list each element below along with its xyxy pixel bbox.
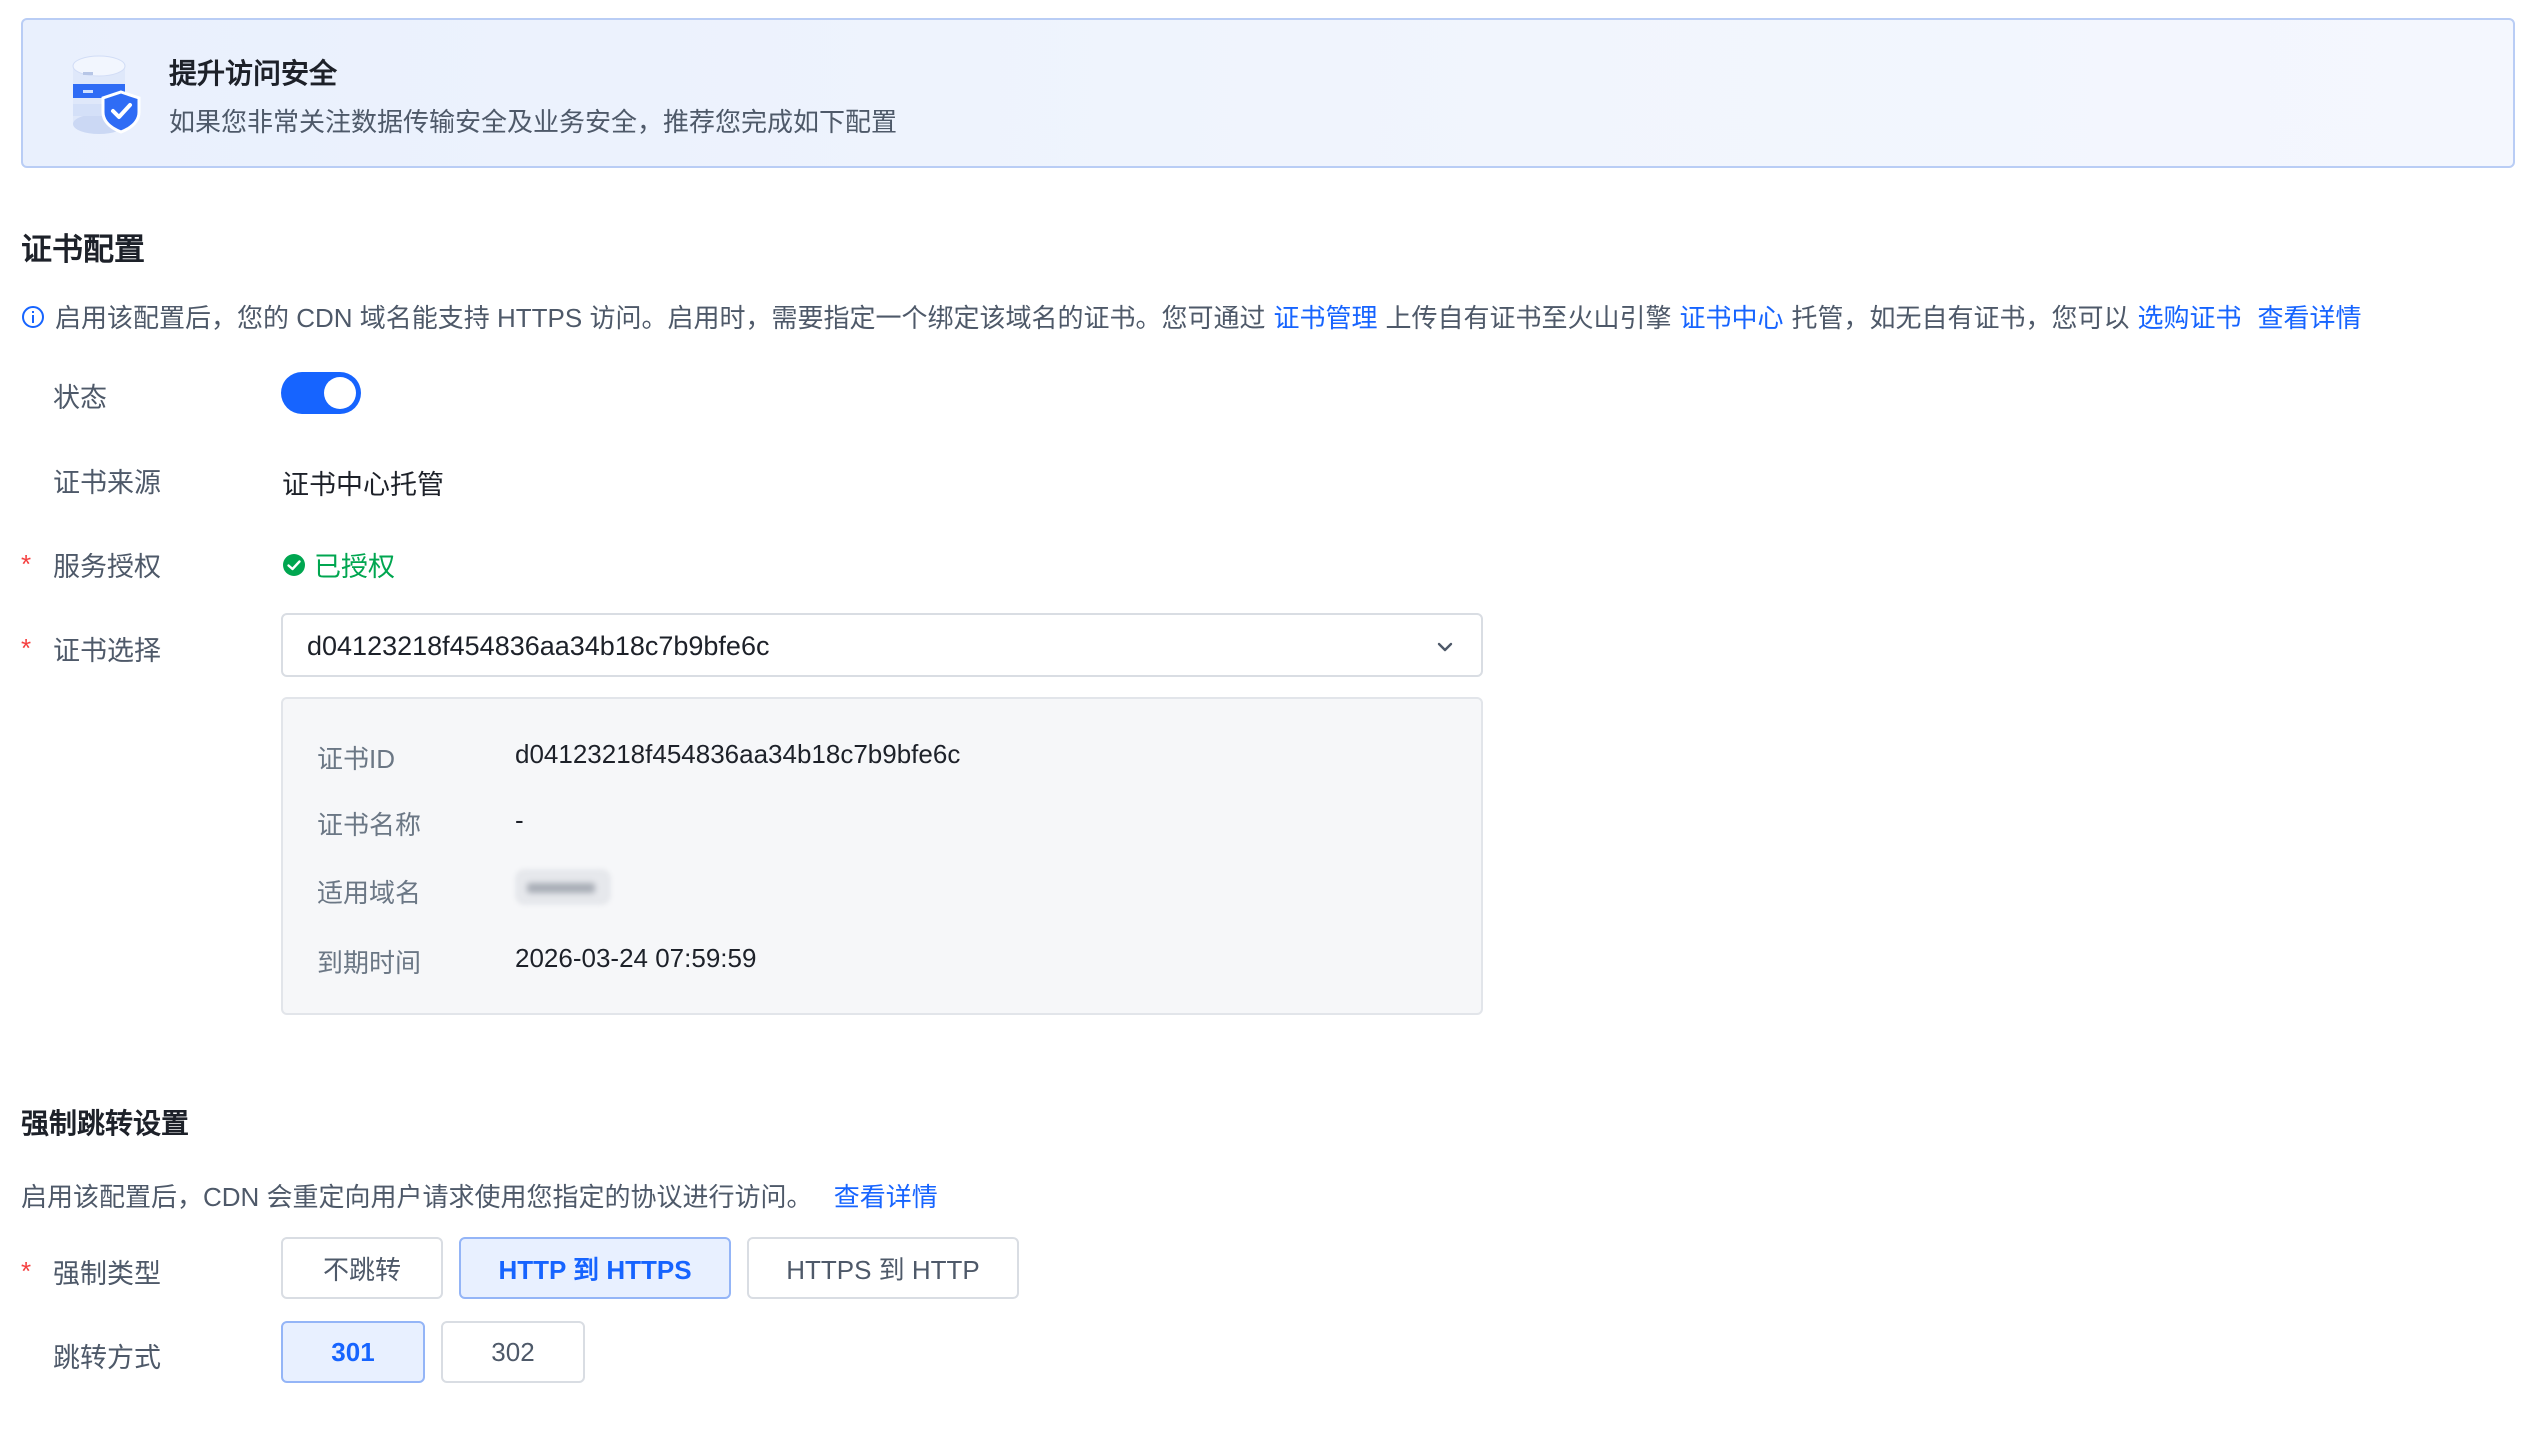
source-label: 证书来源 <box>53 468 161 498</box>
shield-database-icon <box>72 55 141 134</box>
redirect-section-title: 强制跳转设置 <box>21 1108 190 1139</box>
redirect-method-label: 跳转方式 <box>53 1343 161 1373</box>
cert-select-label: 证书选择 <box>53 636 161 666</box>
redirect-description: 启用该配置后，CDN 会重定向用户请求使用您指定的协议进行访问。 <box>21 1182 813 1212</box>
cert-select-label-row: * 证书选择 <box>21 629 161 668</box>
redirect-method-302-button[interactable]: 302 <box>441 1321 585 1383</box>
cert-id-label: 证书ID <box>317 744 396 774</box>
cert-domain-label: 适用域名 <box>317 878 422 908</box>
redirect-type-none-button[interactable]: 不跳转 <box>281 1237 443 1299</box>
redirect-type-http-to-https-button[interactable]: HTTP 到 HTTPS <box>459 1237 731 1299</box>
required-mark: * <box>21 549 32 579</box>
status-label-row: 状态 <box>21 376 107 415</box>
cert-select-value: d04123218f454836aa34b18c7b9bfe6c <box>307 631 770 661</box>
page: 提升访问安全 如果您非常关注数据传输安全及业务安全，推荐您完成如下配置 证书配置… <box>0 0 2530 1437</box>
redirect-type-https-to-http-button[interactable]: HTTPS 到 HTTP <box>747 1237 1019 1299</box>
source-value: 证书中心托管 <box>282 470 444 500</box>
cert-section-title: 证书配置 <box>21 232 145 267</box>
cert-center-link[interactable]: 证书中心 <box>1679 298 1783 335</box>
redirect-details-link[interactable]: 查看详情 <box>834 1182 938 1212</box>
auth-label: 服务授权 <box>53 552 161 582</box>
cert-expire-label: 到期时间 <box>317 948 422 978</box>
status-toggle[interactable] <box>281 372 361 414</box>
cert-info-text-2: 上传自有证书至火山引擎 <box>1385 303 1672 333</box>
cert-details-panel: 证书ID d04123218f454836aa34b18c7b9bfe6c 证书… <box>281 697 1483 1015</box>
redirect-method-label-row: 跳转方式 <box>21 1336 161 1375</box>
cert-info-text-3: 托管，如无自有证书，您可以 <box>1791 303 2130 333</box>
chevron-down-icon <box>1437 642 1453 652</box>
cert-details-link[interactable]: 查看详情 <box>2258 298 2362 335</box>
redirect-description-line: 启用该配置后，CDN 会重定向用户请求使用您指定的协议进行访问。 查看详情 <box>21 1177 946 1214</box>
toggle-knob <box>324 377 356 409</box>
banner-description: 如果您非常关注数据传输安全及业务安全，推荐您完成如下配置 <box>169 107 898 137</box>
blurred-domain-value <box>515 869 611 905</box>
required-mark: * <box>21 633 32 663</box>
buy-cert-link[interactable]: 选购证书 <box>2138 298 2242 335</box>
source-label-row: 证书来源 <box>21 461 161 500</box>
cert-id-value: d04123218f454836aa34b18c7b9bfe6c <box>515 739 961 769</box>
auth-status: 已授权 <box>282 545 395 584</box>
cert-expire-value: 2026-03-24 07:59:59 <box>515 943 757 973</box>
cert-select[interactable]: d04123218f454836aa34b18c7b9bfe6c <box>281 613 1483 677</box>
cert-manage-link[interactable]: 证书管理 <box>1273 298 1377 335</box>
cert-name-label: 证书名称 <box>317 810 422 840</box>
auth-value: 已授权 <box>314 552 395 582</box>
check-circle-icon <box>283 553 305 576</box>
redirect-method-301-button[interactable]: 301 <box>281 1321 425 1383</box>
status-label: 状态 <box>53 383 107 413</box>
auth-label-row: * 服务授权 <box>21 545 161 584</box>
redirect-type-label: 强制类型 <box>53 1259 161 1289</box>
info-icon <box>22 305 44 328</box>
cert-info-text-1: 启用该配置后，您的 CDN 域名能支持 HTTPS 访问。启用时，需要指定一个绑… <box>55 303 1266 333</box>
redirect-type-label-row: * 强制类型 <box>21 1252 161 1291</box>
required-mark: * <box>21 1256 32 1286</box>
cert-name-value: - <box>515 805 524 835</box>
banner-title: 提升访问安全 <box>169 58 338 89</box>
cert-info-line: 启用该配置后，您的 CDN 域名能支持 HTTPS 访问。启用时，需要指定一个绑… <box>21 298 2362 335</box>
security-banner: 提升访问安全 如果您非常关注数据传输安全及业务安全，推荐您完成如下配置 <box>21 18 2515 168</box>
